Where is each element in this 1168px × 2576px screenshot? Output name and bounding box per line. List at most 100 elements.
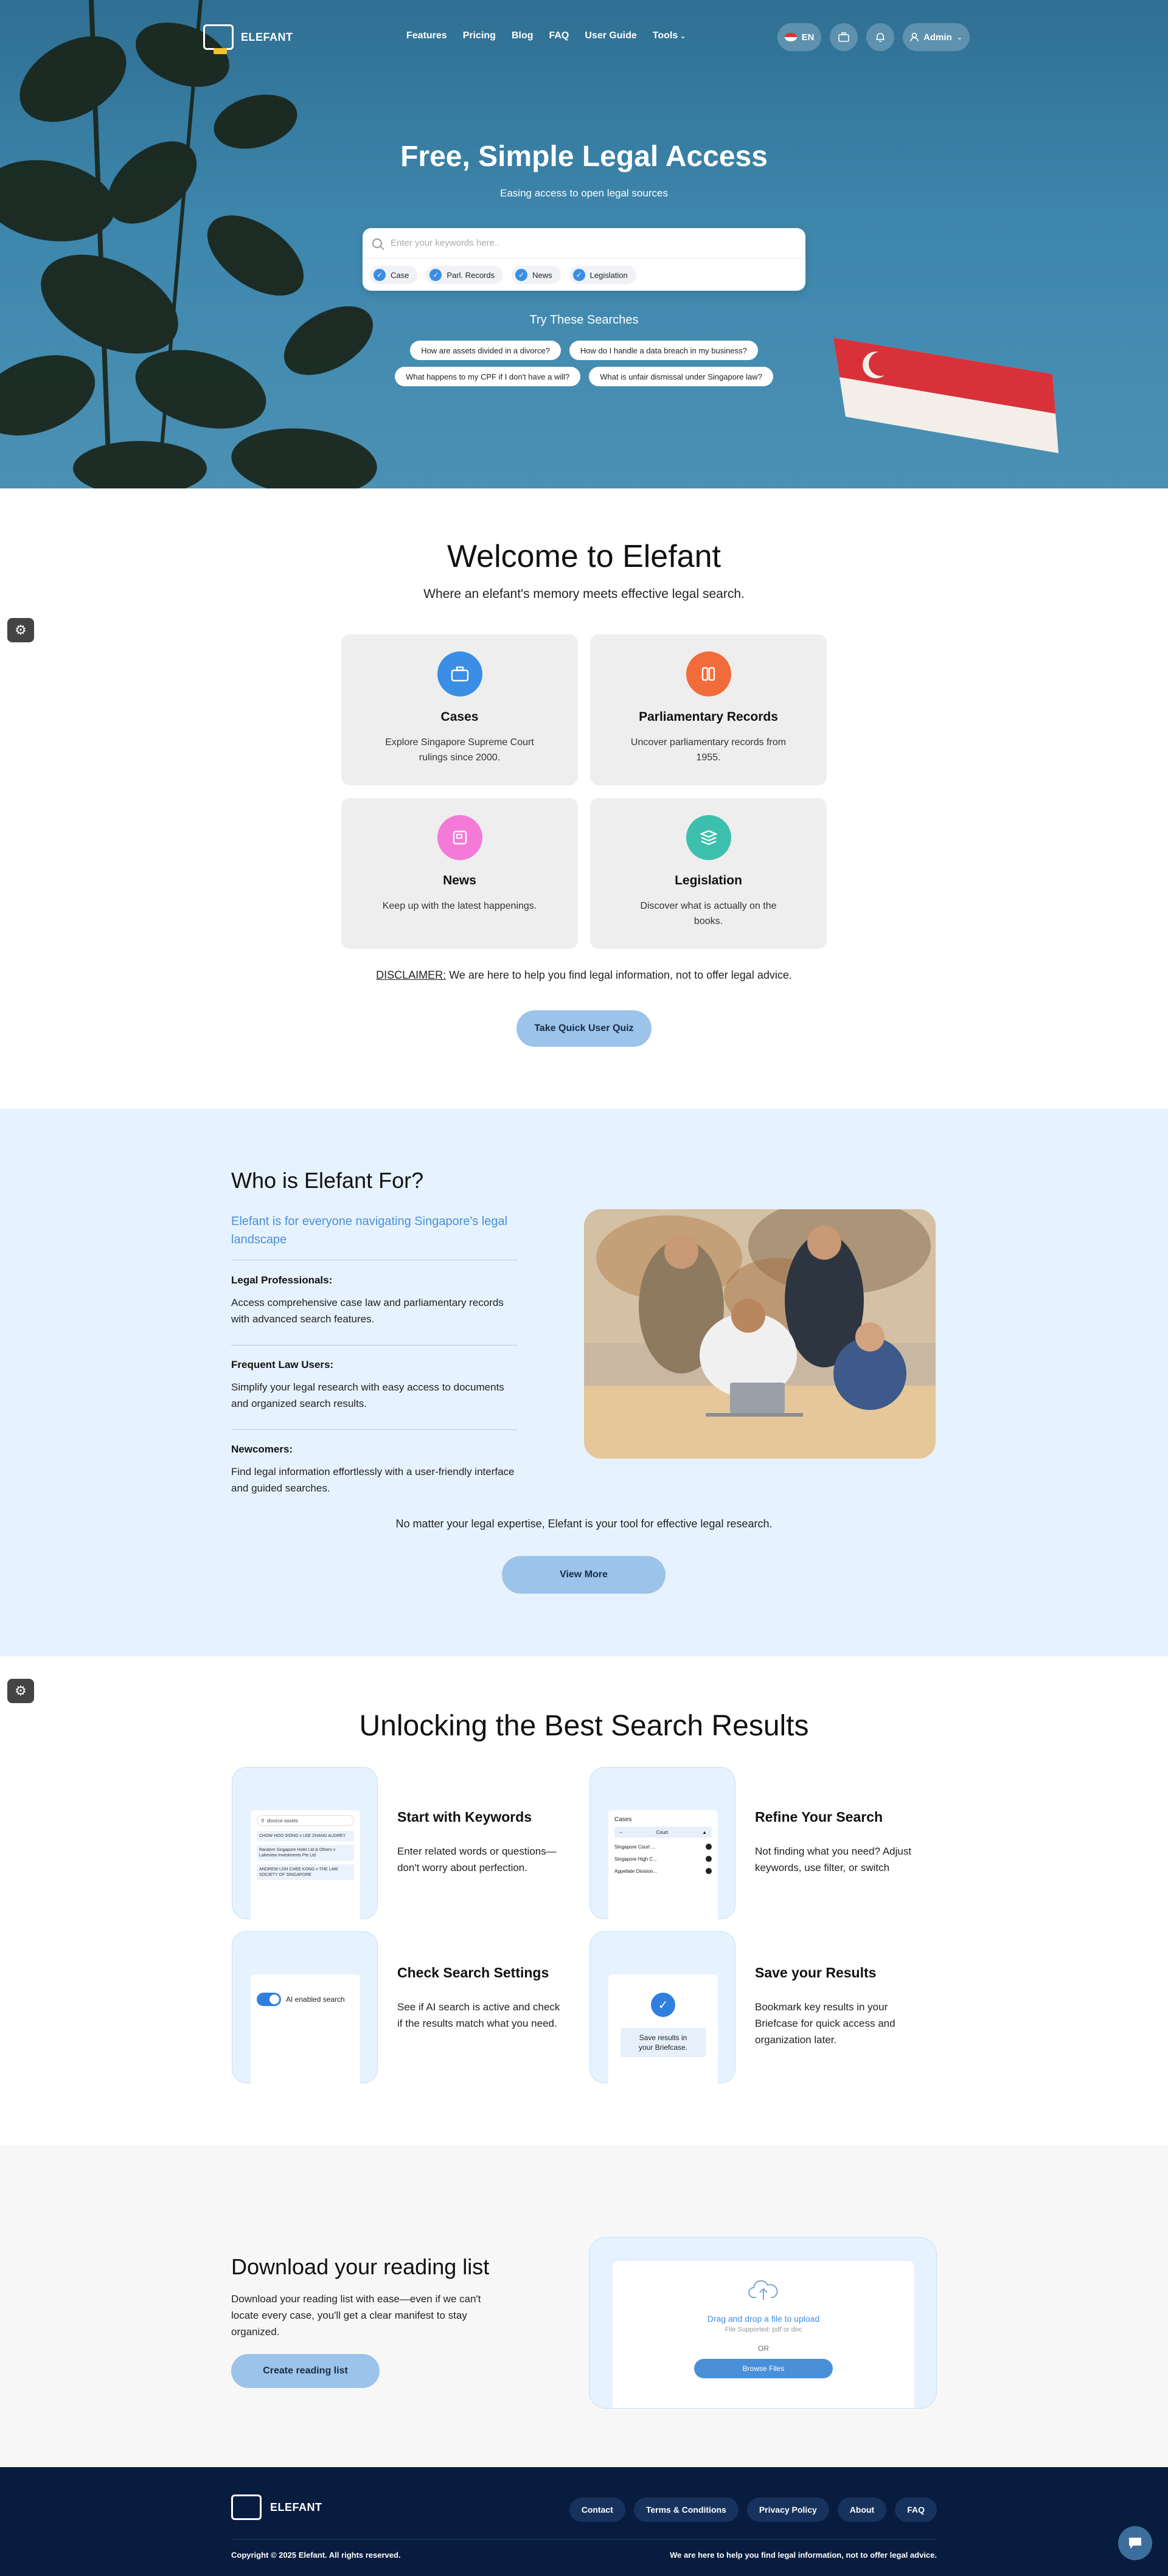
source-filters: ✓ Case ✓ Parl. Records ✓ News ✓ Legislation	[370, 266, 636, 284]
mini-search-text: divorce assets	[266, 1817, 298, 1824]
card-title: Cases	[440, 710, 479, 724]
illustration-panel: ⚲ divorce assets CHOW HOO SIONG v LEE ZHA…	[251, 1810, 360, 1920]
nav-user-guide[interactable]: User Guide	[585, 30, 636, 41]
quick-user-quiz-button[interactable]: Take Quick User Quiz	[516, 1010, 652, 1047]
nav-blog[interactable]: Blog	[512, 30, 534, 41]
hero-section: ELEFANT Features Pricing Blog FAQ User G…	[0, 0, 1168, 488]
bell-icon	[876, 33, 885, 42]
admin-menu-button[interactable]: Admin ⌄	[903, 23, 970, 51]
mini-option-label: Appellate Division...	[614, 1868, 658, 1874]
source-card-cases[interactable]: Cases Explore Singapore Supreme Court ru…	[341, 634, 578, 785]
who-tagline: Elefant is for everyone navigating Singa…	[231, 1215, 508, 1246]
feature-description: Enter related words or questions—don't w…	[397, 1845, 557, 1874]
singapore-flag-icon	[784, 33, 797, 41]
refine-illustration: Cases − Court ▲ Singapore Court ... Singap…	[589, 1767, 735, 1920]
filter-case[interactable]: ✓ Case	[370, 266, 418, 284]
filter-legislation[interactable]: ✓ Legislation	[569, 266, 636, 284]
source-card-parliamentary-records[interactable]: Parliamentary Records Uncover parliament…	[590, 634, 827, 785]
newspaper-icon	[437, 815, 482, 860]
source-card-legislation[interactable]: Legislation Discover what is actually on…	[590, 798, 827, 949]
audience-description: Simplify your legal research with easy a…	[231, 1381, 504, 1410]
chat-bubble-icon	[1129, 2538, 1141, 2549]
language-label: EN	[801, 32, 815, 43]
footer-links: Contact Terms & Conditions Privacy Polic…	[569, 2498, 937, 2522]
briefcase-icon	[437, 651, 482, 696]
footer-link-contact[interactable]: Contact	[569, 2498, 625, 2522]
feature-title: Save your Results	[755, 1965, 877, 1981]
filter-news[interactable]: ✓ News	[512, 266, 561, 284]
audience-title: Newcomers:	[231, 1443, 293, 1455]
footer-link-privacy[interactable]: Privacy Policy	[746, 2498, 829, 2522]
settings-illustration: AI enabled search	[232, 1931, 378, 2084]
illustration-panel: AI enabled search	[251, 1974, 360, 2084]
language-switch-button[interactable]: EN	[777, 23, 821, 51]
suggested-search-chip[interactable]: How do I handle a data breach in my busi…	[569, 341, 758, 360]
user-icon	[910, 32, 919, 42]
nav-pricing[interactable]: Pricing	[463, 30, 496, 41]
mini-result: ANDREW LOH CHEE KONG v THE LAW SOCIETY O…	[257, 1864, 354, 1881]
footer-link-faq[interactable]: FAQ	[895, 2498, 937, 2522]
notifications-button[interactable]	[866, 23, 894, 51]
download-description: Download your reading list with ease—eve…	[231, 2293, 481, 2338]
cloud-upload-icon	[748, 2280, 778, 2300]
filter-parl-records[interactable]: ✓ Parl. Records	[426, 266, 504, 284]
settings-gear-button[interactable]: ⚙	[7, 1679, 34, 1703]
feature-description: See if AI search is active and check if …	[397, 2001, 560, 2030]
source-card-news[interactable]: News Keep up with the latest happenings.	[341, 798, 578, 949]
welcome-title: Welcome to Elefant	[447, 539, 721, 574]
check-icon: ✓	[374, 269, 386, 281]
browse-files-button[interactable]: Browse Files	[694, 2359, 833, 2378]
who-title: Who is Elefant For?	[231, 1168, 424, 1193]
search-icon	[372, 238, 382, 248]
admin-label: Admin	[923, 32, 952, 43]
footer-link-about[interactable]: About	[837, 2498, 887, 2522]
nav-tools-dropdown[interactable]: Tools	[653, 30, 686, 41]
hero-subtitle: Easing access to open legal sources	[500, 187, 668, 199]
welcome-subtitle: Where an elefant's memory meets effectiv…	[423, 587, 745, 601]
create-reading-list-button[interactable]: Create reading list	[231, 2354, 380, 2388]
search-icon: ⚲	[261, 1817, 265, 1824]
upload-dropzone[interactable]: Drag and drop a file to upload File Supp…	[613, 2261, 914, 2408]
nav-faq[interactable]: FAQ	[549, 30, 569, 41]
gear-icon: ⚙	[15, 1683, 27, 1698]
info-icon	[706, 1868, 712, 1874]
audience-title: Legal Professionals:	[231, 1274, 333, 1286]
check-icon: ✓	[572, 269, 585, 281]
brand-logo[interactable]: ELEFANT	[203, 24, 293, 54]
mini-ai-toggle: AI enabled search	[257, 1993, 354, 2006]
disclaimer-body: We are here to help you find legal infor…	[446, 969, 792, 981]
check-icon: ✓	[515, 269, 528, 281]
footer-brand-name: ELEFANT	[270, 2501, 322, 2513]
filter-label: Parl. Records	[447, 270, 495, 280]
feature-description: Bookmark key results in your Briefcase f…	[755, 2001, 895, 2046]
chevron-up-icon: ▲	[702, 1829, 707, 1835]
mini-option: Singapore Court ...	[614, 1844, 712, 1850]
search-input[interactable]	[391, 238, 780, 248]
check-icon: ✓	[429, 269, 442, 281]
suggested-search-chip[interactable]: What is unfair dismissal under Singapore…	[589, 367, 773, 386]
checkmark-icon: ✓	[651, 1993, 675, 2017]
illustration-panel: Cases − Court ▲ Singapore Court ... Singap…	[608, 1810, 718, 1920]
unlock-title: Unlocking the Best Search Results	[359, 1710, 809, 1742]
feature-description: Not finding what you need? Adjust keywor…	[755, 1845, 912, 1874]
card-title: Parliamentary Records	[639, 710, 778, 724]
card-description: Discover what is actually on the books.	[640, 901, 777, 926]
divider	[231, 1429, 517, 1430]
chat-button[interactable]	[1118, 2526, 1152, 2560]
feature-title: Check Search Settings	[397, 1965, 549, 1981]
suggested-search-chip[interactable]: What happens to my CPF if I don't have a…	[395, 367, 581, 386]
audience-title: Frequent Law Users:	[231, 1359, 334, 1370]
suggested-search-chip[interactable]: How are assets divided in a divorce?	[410, 341, 561, 360]
footer-link-terms[interactable]: Terms & Conditions	[633, 2498, 739, 2522]
mini-court-select: − Court ▲	[614, 1827, 712, 1838]
mini-label: Cases	[614, 1816, 632, 1823]
footer-logo[interactable]: ELEFANT	[231, 2494, 322, 2520]
briefcase-button[interactable]	[830, 23, 858, 51]
settings-gear-button[interactable]: ⚙	[7, 618, 34, 642]
who-footnote: No matter your legal expertise, Elefant …	[395, 1518, 773, 1530]
view-more-button[interactable]: View More	[502, 1556, 666, 1594]
briefcase-icon	[838, 32, 849, 42]
filter-label: Legislation	[589, 270, 628, 280]
minus-icon: −	[619, 1829, 622, 1835]
nav-features[interactable]: Features	[406, 30, 447, 41]
